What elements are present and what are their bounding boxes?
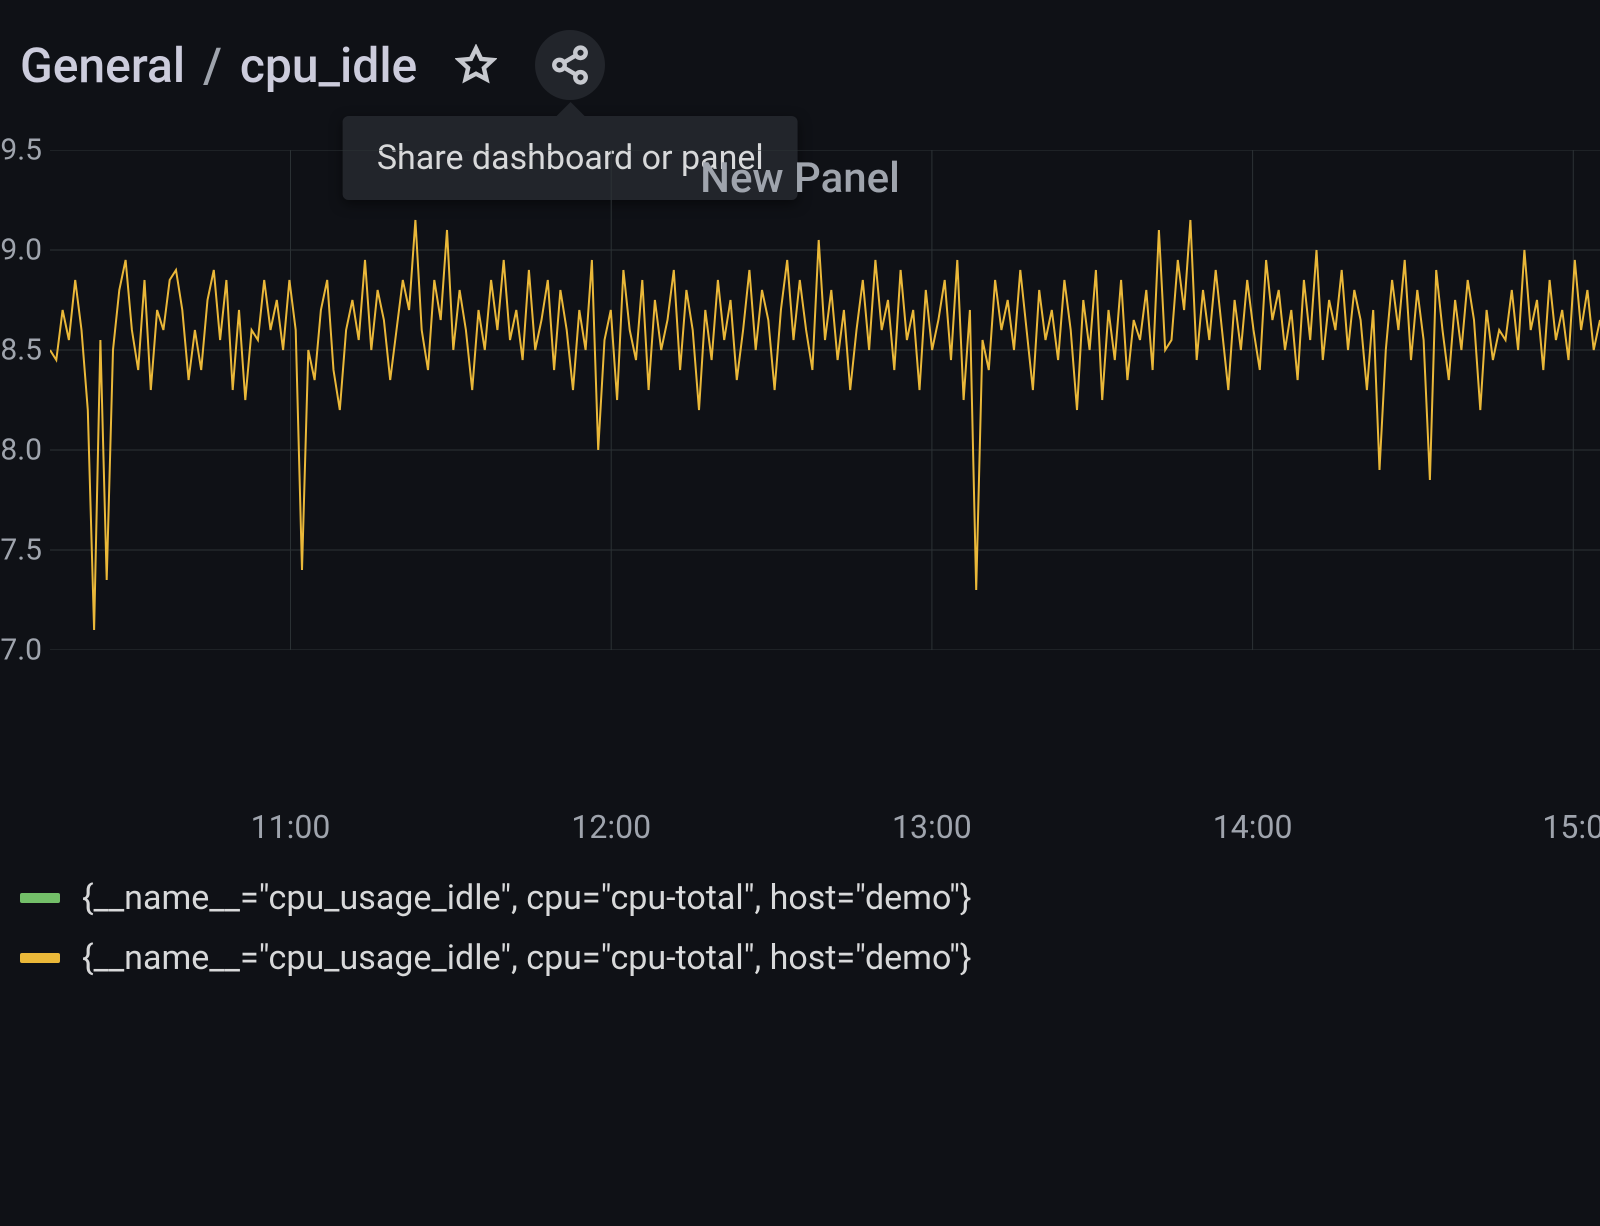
- y-tick: 9.5: [0, 133, 42, 168]
- y-tick: 8.5: [0, 333, 42, 368]
- legend-label: {__name__="cpu_usage_idle", cpu="cpu-tot…: [82, 938, 972, 978]
- panel-title[interactable]: New Panel: [700, 154, 900, 203]
- legend-label: {__name__="cpu_usage_idle", cpu="cpu-tot…: [82, 878, 972, 918]
- breadcrumb-bar: General / cpu_idle Share dashboard or pa…: [0, 0, 1600, 140]
- panel: New Panel 9.59.08.58.07.57.0 11:0012:001…: [0, 150, 1600, 978]
- legend-item-0[interactable]: {__name__="cpu_usage_idle", cpu="cpu-tot…: [20, 878, 1580, 918]
- y-tick: 9.0: [0, 233, 42, 268]
- y-tick: 7.5: [0, 533, 42, 568]
- legend-item-1[interactable]: {__name__="cpu_usage_idle", cpu="cpu-tot…: [20, 938, 1580, 978]
- breadcrumb: General / cpu_idle: [20, 37, 417, 94]
- star-icon[interactable]: [441, 30, 511, 100]
- y-tick: 8.0: [0, 433, 42, 468]
- plot-area[interactable]: [50, 150, 1600, 650]
- share-icon[interactable]: [535, 30, 605, 100]
- x-tick: 11:00: [251, 808, 331, 846]
- legend: {__name__="cpu_usage_idle", cpu="cpu-tot…: [20, 878, 1580, 978]
- breadcrumb-separator: /: [203, 37, 222, 94]
- breadcrumb-page: cpu_idle: [240, 37, 417, 94]
- x-axis: 11:00 12:00 13:00 14:00 15:0: [50, 790, 1600, 850]
- legend-swatch-green: [20, 893, 60, 903]
- chart[interactable]: 9.59.08.58.07.57.0: [50, 150, 1600, 790]
- x-tick: 14:00: [1213, 808, 1293, 846]
- breadcrumb-folder-link[interactable]: General: [20, 37, 185, 94]
- x-tick: 12:00: [571, 808, 651, 846]
- y-axis: 9.59.08.58.07.57.0: [0, 150, 50, 650]
- legend-swatch-yellow: [20, 953, 60, 963]
- x-tick: 15:0: [1542, 808, 1600, 846]
- y-tick: 7.0: [0, 633, 42, 668]
- x-tick: 13:00: [892, 808, 972, 846]
